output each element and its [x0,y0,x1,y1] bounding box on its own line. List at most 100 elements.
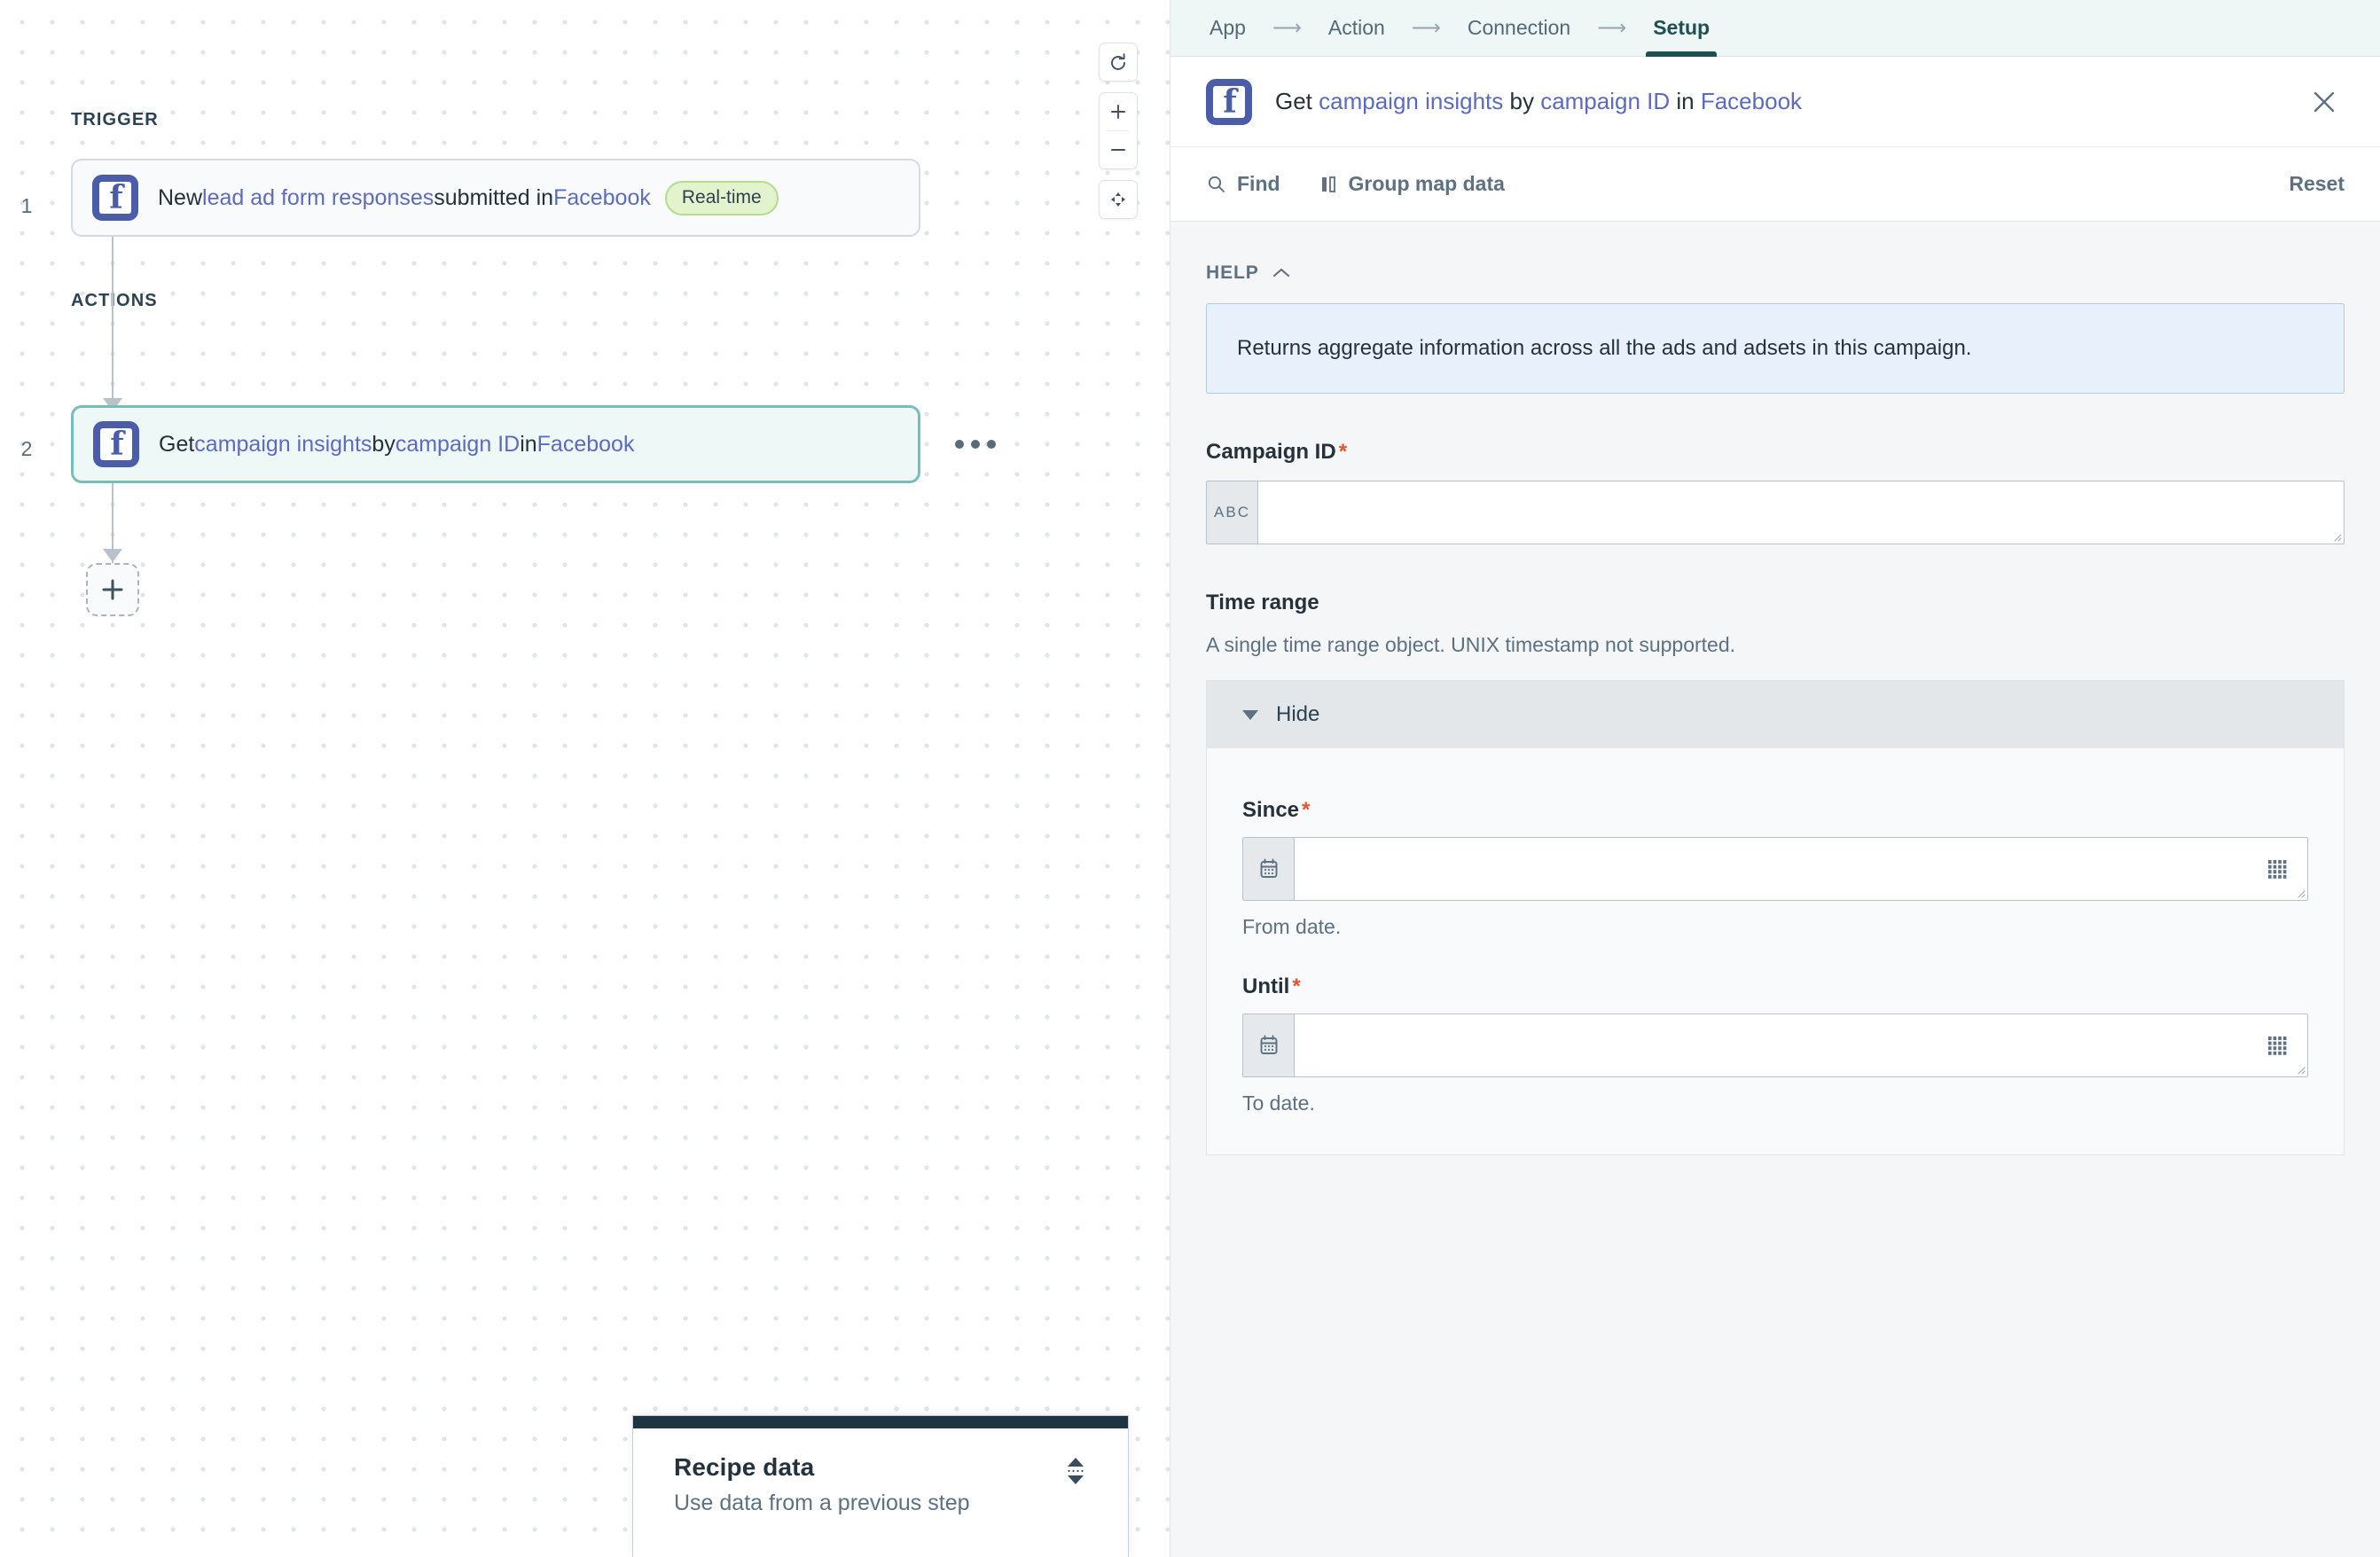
action-step-card[interactable]: Get campaign insights by campaign ID in … [71,405,920,483]
trigger-step-card[interactable]: New lead ad form responses submitted in … [71,159,920,237]
datapill-icon [2268,860,2287,879]
fit-to-screen-button[interactable] [1100,181,1137,218]
recipe-data-subtitle: Use data from a previous step [674,1490,970,1515]
resize-grip-icon[interactable] [2331,531,2342,542]
panel-body: HELP Returns aggregate information acros… [1170,222,2380,1557]
help-text: Returns aggregate information across all… [1237,336,1972,360]
trigger-text-part-2: submitted in [434,184,554,210]
required-marker: * [1338,440,1348,464]
fit-tool-group [1099,180,1138,219]
fit-to-screen-icon [1111,192,1125,207]
undo-button[interactable] [1100,43,1137,81]
zoom-out-icon [1111,149,1125,151]
connector-line-1 [112,237,114,341]
until-hint: To date. [1242,1091,1315,1115]
time-range-toggle[interactable]: Hide [1207,681,2344,748]
panel-toolbar: Find Group map data Reset [1170,147,2380,222]
panel-title-part-1[interactable]: campaign insights [1319,88,1503,114]
field-spacer [1242,939,2308,974]
tab-arrow-icon: ⟶ [1597,16,1627,39]
add-step-button[interactable] [86,563,139,616]
campaign-id-label: Campaign ID * [1206,440,2345,465]
menu-dot [971,440,980,449]
calendar-icon [1260,858,1277,878]
trigger-text-part-0: New [158,184,203,210]
campaign-id-type-prefix: ABC [1207,481,1258,544]
action-text-part-5[interactable]: Facebook [537,432,635,458]
required-marker: * [1302,798,1311,822]
trigger-text-part-3[interactable]: Facebook [553,185,651,211]
actions-section-label: ACTIONS [71,291,158,310]
close-icon [2313,91,2335,112]
tab-arrow-icon: ⟶ [1272,16,1302,39]
help-label: HELP [1206,262,1259,283]
real-time-badge: Real-time [664,180,779,215]
campaign-id-input-row[interactable]: ABC [1206,481,2345,544]
tab-app[interactable]: App [1206,0,1249,57]
until-input-row[interactable] [1242,1013,2308,1077]
since-input[interactable] [1295,838,2265,900]
required-marker: * [1292,974,1301,998]
time-range-fields: Since * From date. Until * To date. [1207,748,2344,1154]
recipe-data-title: Recipe data [674,1453,815,1481]
recipe-data-resize-handle[interactable] [1061,1451,1091,1490]
canvas-zoom-toolbar [1099,43,1138,219]
group-map-data-button[interactable]: Group map data [1319,172,1505,196]
group-map-data-label: Group map data [1348,172,1505,195]
campaign-id-label-text: Campaign ID [1206,440,1336,464]
tab-arrow-icon: ⟶ [1411,16,1441,39]
panel-title-part-3[interactable]: campaign ID [1540,88,1670,114]
step-setup-panel: App ⟶ Action ⟶ Connection ⟶ Setup Get ca… [1170,0,2380,1557]
campaign-id-input[interactable] [1258,481,2344,544]
zoom-in-button[interactable] [1100,93,1137,130]
until-input[interactable] [1295,1014,2265,1076]
recipe-data-panel-body: Recipe data Use data from a previous ste… [633,1428,1128,1516]
since-hint: From date. [1242,915,1342,938]
close-panel-button[interactable] [2304,82,2345,122]
action-step-text: Get campaign insights by campaign ID in … [159,432,634,458]
recipe-canvas[interactable]: TRIGGER ACTIONS 1 2 New lead ad form res… [0,0,1170,1557]
until-label-text: Until [1242,974,1290,998]
help-text-box: Returns aggregate information across all… [1206,303,2345,394]
tab-setup[interactable]: Setup [1646,0,1717,57]
reset-button[interactable]: Reset [2289,172,2345,196]
menu-dot [955,440,964,449]
trigger-section-label: TRIGGER [71,110,159,129]
action-text-part-3[interactable]: campaign ID [395,432,520,458]
since-input-row[interactable] [1242,837,2308,901]
time-range-toggle-label: Hide [1276,702,1320,726]
panel-header: Get campaign insights by campaign ID in … [1170,57,2380,147]
panel-title-part-5[interactable]: Facebook [1701,88,1802,114]
panel-title: Get campaign insights by campaign ID in … [1275,88,1802,115]
connector-arrow-2 [103,549,122,562]
trigger-step-text: New lead ad form responses submitted in … [158,180,779,215]
chevron-up-icon [1272,268,1289,278]
resize-grip-icon[interactable] [2295,888,2306,898]
tab-connection[interactable]: Connection [1464,0,1574,57]
until-label: Until * [1242,974,2308,999]
time-range-description: A single time range object. UNIX timesta… [1206,633,1736,656]
menu-dot [987,440,996,449]
calendar-icon [1260,1035,1277,1054]
tab-action[interactable]: Action [1325,0,1389,57]
action-text-part-0: Get [159,431,195,457]
find-button[interactable]: Find [1206,172,1280,196]
step-context-menu-button[interactable] [951,425,1000,464]
time-range-title: Time range [1206,591,1319,614]
recipe-data-panel[interactable]: Recipe data Use data from a previous ste… [632,1415,1129,1557]
since-calendar-prefix[interactable] [1243,838,1295,900]
resize-grip-icon[interactable] [2295,1064,2306,1075]
facebook-icon [93,421,139,467]
until-calendar-prefix[interactable] [1243,1014,1295,1076]
caret-down-icon [1242,709,1258,720]
zoom-out-button[interactable] [1100,131,1137,168]
trigger-text-part-1[interactable]: lead ad form responses [202,185,434,211]
group-map-icon [1321,176,1335,192]
action-text-part-4: in [520,431,537,457]
step-number-2: 2 [20,437,33,460]
search-icon [1208,176,1225,192]
zoom-tool-group [1099,92,1138,169]
panel-title-part-2: by [1503,88,1541,114]
help-section-header[interactable]: HELP [1206,262,2345,284]
action-text-part-1[interactable]: campaign insights [194,432,372,458]
